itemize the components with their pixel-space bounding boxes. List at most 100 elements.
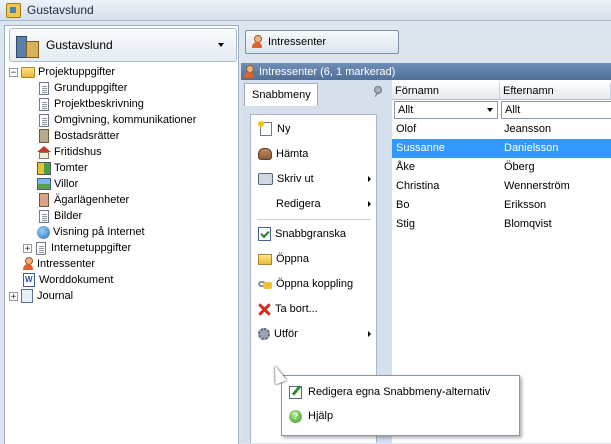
tree-node-label: Intressenter (37, 258, 96, 270)
cell-fornamn: Stig (396, 218, 415, 230)
menu-item-oppna[interactable]: Öppna (251, 248, 377, 270)
plot-icon (37, 161, 51, 175)
tab-snabbmeny[interactable]: Snabbmeny (244, 83, 318, 106)
link-icon (258, 278, 272, 290)
tree-node-visning-internet[interactable]: Visning på Internet (9, 224, 235, 240)
villa-icon (37, 178, 51, 190)
chevron-down-icon[interactable] (487, 108, 493, 112)
menu-item-label: Snabbgranska (275, 228, 346, 240)
menu-item-redigera[interactable]: Redigera (251, 193, 377, 215)
tree-node-bostadsratter[interactable]: Bostadsrätter (9, 128, 235, 144)
menu-item-help[interactable]: ? Hjälp (284, 405, 515, 427)
tree-node-projektuppgifter[interactable]: − Projektuppgifter (9, 64, 235, 80)
filter-value: Allt (398, 104, 414, 116)
tree-node-tomter[interactable]: Tomter (9, 160, 235, 176)
menu-item-edit-quick-menu[interactable]: Redigera egna Snabbmeny-alternativ (284, 381, 515, 403)
blank-icon (258, 197, 272, 211)
filter-row: Allt Allt (392, 100, 611, 120)
cell-efternamn: Wennerström (504, 180, 570, 192)
table-row[interactable]: Stig Blomqvist (392, 215, 611, 234)
help-icon: ? (289, 409, 302, 423)
cell-fornamn: Christina (396, 180, 440, 192)
submenu-arrow-icon (368, 201, 371, 207)
building-icon (39, 193, 49, 207)
tree-node-label: Internetuppgifter (51, 242, 132, 254)
table-header: Förnamn Efternamn (392, 83, 611, 100)
document-icon (39, 113, 49, 127)
menu-item-ny[interactable]: Ny (251, 118, 377, 140)
category-button[interactable]: Intressenter (245, 30, 399, 54)
table-row[interactable]: Sussanne Danielsson (392, 139, 611, 158)
tree-node-grunduppgifter[interactable]: Grunduppgifter (9, 80, 235, 96)
tree-node-intressenter[interactable]: Intressenter (9, 256, 235, 272)
table-row[interactable]: Olof Jeansson (392, 120, 611, 139)
column-header-fornamn[interactable]: Förnamn (392, 83, 500, 99)
menu-item-label: Skriv ut (277, 173, 314, 185)
pin-icon[interactable] (372, 86, 382, 96)
tree-node-agarlagenheter[interactable]: Ägarlägenheter (9, 192, 235, 208)
cell-efternamn: Jeansson (504, 123, 552, 135)
expand-icon[interactable]: + (9, 291, 18, 301)
new-document-icon (258, 121, 272, 136)
tree-node-label: Worddokument (39, 274, 114, 286)
document-icon (39, 97, 49, 111)
word-document-icon (23, 273, 35, 287)
tree-node-worddokument[interactable]: Worddokument (9, 272, 235, 288)
menu-item-snabbgranska[interactable]: Snabbgranska (251, 223, 377, 245)
apartment-building-icon (39, 129, 49, 143)
menu-item-label: Hjälp (308, 410, 334, 422)
list-header: Intressenter (6, 1 markerad) (241, 63, 611, 80)
submenu-arrow-icon (368, 176, 371, 182)
menu-item-ta-bort[interactable]: Ta bort... (251, 298, 377, 320)
chevron-down-icon[interactable] (218, 43, 224, 47)
expand-icon[interactable]: + (23, 243, 32, 253)
printer-icon (258, 173, 273, 185)
database-name: Gustavslund (46, 38, 113, 52)
edit-icon (289, 385, 302, 399)
document-icon (39, 81, 49, 95)
database-selector[interactable]: Gustavslund (9, 28, 237, 62)
tree-node-villor[interactable]: Villor (9, 176, 235, 192)
tree-node-fritidshus[interactable]: Fritidshus (9, 144, 235, 160)
menu-item-label: Öppna koppling (276, 278, 354, 290)
table-row[interactable]: Christina Wennerström (392, 177, 611, 196)
menu-item-label: Redigera (276, 198, 321, 210)
collapse-icon[interactable]: − (9, 67, 18, 77)
cell-fornamn: Åke (396, 161, 415, 173)
tree-node-omgivning[interactable]: Omgivning, kommunikationer (9, 112, 235, 128)
document-icon (36, 241, 46, 255)
menu-item-skriv-ut[interactable]: Skriv ut (251, 168, 377, 190)
table-row[interactable]: Bo Eriksson (392, 196, 611, 215)
filter-efternamn[interactable]: Allt (501, 101, 611, 119)
house-icon (37, 145, 51, 159)
tree-node-label: Bilder (54, 210, 83, 222)
window-title: Gustavslund (27, 3, 94, 17)
tree-node-projektbeskrivning[interactable]: Projektbeskrivning (9, 96, 235, 112)
quick-review-icon (258, 227, 271, 241)
tree-node-label: Villor (54, 178, 79, 190)
menu-item-oppna-koppling[interactable]: Öppna koppling (251, 273, 377, 295)
tree-node-internetuppgifter[interactable]: + Internetuppgifter (9, 240, 235, 256)
person-icon (251, 35, 263, 49)
tree-node-label: Projektbeskrivning (54, 98, 144, 110)
cell-efternamn: Danielsson (504, 142, 559, 154)
fetch-icon (258, 148, 272, 160)
person-icon (22, 257, 34, 271)
menu-item-utfor[interactable]: Utför (251, 323, 377, 345)
cell-efternamn: Öberg (504, 161, 535, 173)
menu-item-label: Öppna (276, 253, 310, 265)
cell-fornamn: Bo (396, 199, 410, 211)
tree-node-bilder[interactable]: Bilder (9, 208, 235, 224)
project-tree: − Projektuppgifter Grunduppgifter Projek… (9, 64, 235, 304)
menu-item-hamta[interactable]: Hämta (251, 143, 377, 165)
cell-efternamn: Eriksson (504, 199, 547, 211)
globe-icon (37, 225, 50, 239)
menu-item-label: Hämta (276, 148, 309, 160)
filter-fornamn[interactable]: Allt (394, 101, 498, 119)
journal-icon (21, 289, 33, 303)
column-header-efternamn[interactable]: Efternamn (500, 83, 611, 99)
tree-node-journal[interactable]: + Journal (9, 288, 235, 304)
table-row[interactable]: Åke Öberg (392, 158, 611, 177)
tree-node-label: Projektuppgifter (38, 66, 116, 78)
tree-node-label: Omgivning, kommunikationer (54, 114, 197, 126)
